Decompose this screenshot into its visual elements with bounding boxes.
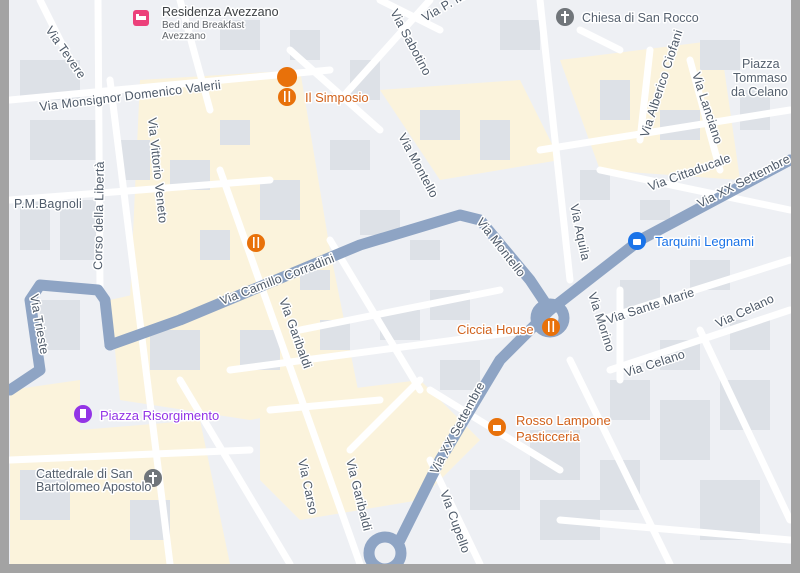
poi-piazza-tommaso-line2: Tommaso <box>733 71 787 85</box>
poi-piazza-risorgimento-name: Piazza Risorgimento <box>100 408 219 423</box>
poi-residenza-sub1: Bed and Breakfast <box>162 20 244 31</box>
poi-residenza-sub2: Avezzano <box>162 31 206 42</box>
street-via-montello-lower: Via Montello <box>474 215 529 280</box>
poi-rosso-lampone-line2: Pasticceria <box>516 429 580 444</box>
poi-il-simposio-name: Il Simposio <box>305 90 369 105</box>
street-p-m-bagnoli: P.M.Bagnoli <box>14 197 82 211</box>
poi-tarquini-name: Tarquini Legnami <box>655 234 754 249</box>
poi-restaurant-unnamed[interactable] <box>247 234 265 252</box>
map-canvas[interactable]: Via Tevere Via P. M Via Monsignor Domeni… <box>9 0 791 564</box>
fork-knife-icon <box>247 234 265 252</box>
poi-cattedrale-line1: Cattedrale di San <box>36 467 133 481</box>
poi-cattedrale-line2: Bartolomeo Apostolo <box>36 480 151 494</box>
street-corso-della-liberta: Corso della Libertà <box>91 161 107 270</box>
poi-piazza-tommaso-line3: da Celano <box>731 85 788 99</box>
street-via-aquila: Via Aquila <box>567 203 593 262</box>
fork-knife-icon <box>542 318 560 336</box>
poi-rosso-lampone-line1: Rosso Lampone <box>516 413 611 428</box>
poi-residenza-name: Residenza Avezzano <box>162 5 279 19</box>
map-svg: Via Tevere Via P. M Via Monsignor Domeni… <box>9 0 791 564</box>
poi-piazza-risorgimento[interactable]: Piazza Risorgimento <box>74 405 221 425</box>
poi-chiesa-name: Chiesa di San Rocco <box>582 11 699 25</box>
map-frame: Via Tevere Via P. M Via Monsignor Domeni… <box>0 0 800 573</box>
poi-chiesa-di-san-rocco[interactable]: Chiesa di San Rocco <box>556 8 700 27</box>
poi-ciccia-house-name: Ciccia House <box>457 322 534 337</box>
street-via-cupello: Via Cupello <box>437 488 473 555</box>
fork-knife-icon <box>278 88 296 106</box>
poi-piazza-tommaso-line1: Piazza <box>742 57 780 71</box>
